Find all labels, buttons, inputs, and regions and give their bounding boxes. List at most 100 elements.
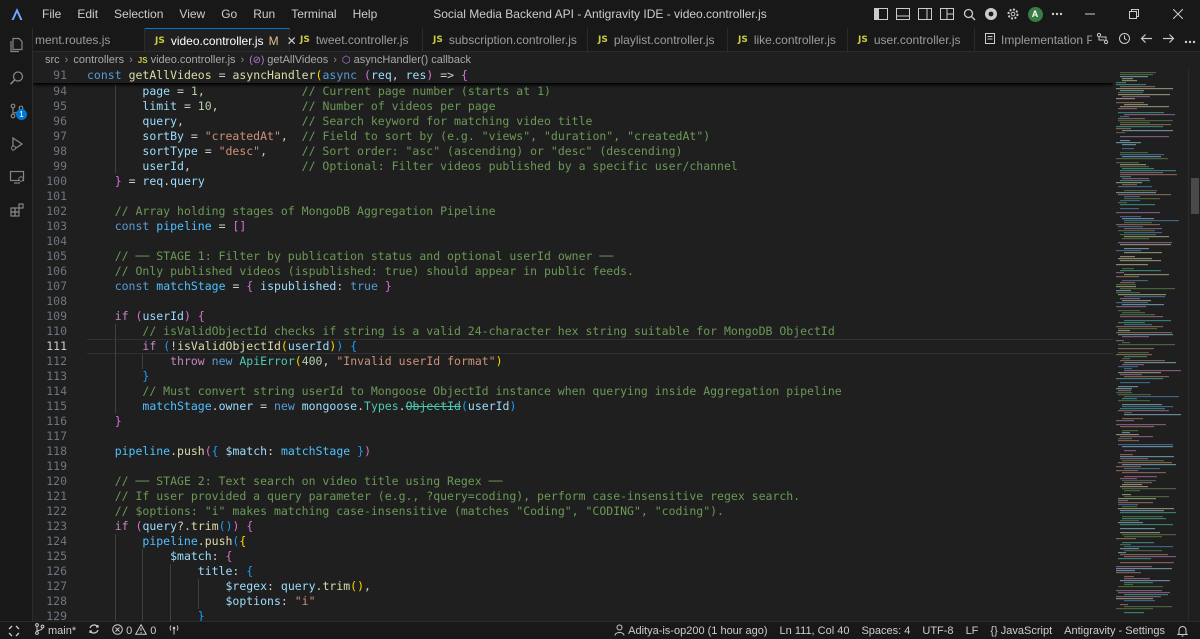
code-line[interactable]: 116 } <box>33 414 1113 429</box>
minimize-icon[interactable] <box>1068 0 1112 28</box>
branch-status[interactable]: main* <box>28 623 82 638</box>
source-control-compare-icon[interactable] <box>1096 32 1109 48</box>
code-line[interactable]: 112 throw new ApiError(400, "Invalid use… <box>33 354 1113 369</box>
language-mode[interactable]: {} JavaScript <box>984 625 1058 637</box>
code-line[interactable]: 129 } <box>33 609 1113 621</box>
minimap[interactable] <box>1113 68 1188 621</box>
code-line[interactable]: 107 const matchStage = { ispublished: tr… <box>33 279 1113 294</box>
code-line[interactable]: 119 <box>33 459 1113 474</box>
antigravity-logo-icon[interactable] <box>0 0 34 28</box>
close-icon[interactable] <box>1156 0 1200 28</box>
code-line[interactable]: 127 $regex: query.trim(), <box>33 579 1113 594</box>
remote-explorer-icon[interactable] <box>0 160 33 193</box>
code-line[interactable]: 114 // Must convert string userId to Mon… <box>33 384 1113 399</box>
menu-file[interactable]: File <box>34 0 69 28</box>
code-line[interactable]: 101 <box>33 189 1113 204</box>
code-line[interactable]: 122 // $options: "i" makes matching case… <box>33 504 1113 519</box>
scrollbar-thumb[interactable] <box>1191 178 1199 214</box>
notifications-bell-icon[interactable] <box>1171 625 1194 637</box>
code-line[interactable]: 100 } = req.query <box>33 174 1113 189</box>
breadcrumb-item-function[interactable]: getAllVideos <box>267 54 328 66</box>
browser-icon[interactable] <box>980 0 1002 28</box>
run-debug-icon[interactable] <box>0 127 33 160</box>
code-line[interactable]: 95 limit = 10, // Number of videos per p… <box>33 99 1113 114</box>
code-line[interactable]: 103 const pipeline = [] <box>33 219 1113 234</box>
sync-button[interactable] <box>82 623 106 638</box>
code-line[interactable]: 110 // isValidObjectId checks if string … <box>33 324 1113 339</box>
code-line[interactable]: 123 if (query?.trim()) { <box>33 519 1113 534</box>
gear-icon[interactable] <box>1002 0 1024 28</box>
problems-status[interactable]: 0 0 <box>106 623 162 638</box>
tab-implementation-plan[interactable]: Implementation Plan <box>975 28 1110 51</box>
toggle-primary-sidebar-icon[interactable] <box>870 0 892 28</box>
code-line[interactable]: 99 userId, // Optional: Filter videos pu… <box>33 159 1113 174</box>
search-icon[interactable] <box>958 0 980 28</box>
git-blame-status[interactable]: Aditya-is-op200 (1 hour ago) <box>608 624 773 639</box>
code-line[interactable]: 104 <box>33 234 1113 249</box>
menu-edit[interactable]: Edit <box>69 0 106 28</box>
tab-ment-routes[interactable]: ment.routes.js <box>33 28 145 51</box>
indentation-status[interactable]: Spaces: 4 <box>855 625 916 637</box>
eol-status[interactable]: LF <box>960 625 985 637</box>
code-editor[interactable]: 91 const getAllVideos = asyncHandler(asyn… <box>33 68 1113 621</box>
tab-like-controller[interactable]: JS like.controller.js <box>728 28 848 51</box>
arrow-left-icon[interactable] <box>1140 32 1153 48</box>
code-line[interactable]: 118 pipeline.push({ $match: matchStage }… <box>33 444 1113 459</box>
breadcrumb-item-file[interactable]: video.controller.js <box>151 54 236 66</box>
vertical-scrollbar[interactable] <box>1188 68 1200 621</box>
cursor-position[interactable]: Ln 111, Col 40 <box>774 625 856 637</box>
menu-help[interactable]: Help <box>345 0 386 28</box>
ports-status[interactable] <box>162 623 186 638</box>
account-avatar[interactable]: A <box>1024 0 1046 28</box>
history-icon[interactable] <box>1118 32 1131 48</box>
code-line[interactable]: 113 } <box>33 369 1113 384</box>
code-line[interactable]: 117 <box>33 429 1113 444</box>
code-line[interactable]: 102 // Array holding stages of MongoDB A… <box>33 204 1113 219</box>
code-line[interactable]: 105 // ── STAGE 1: Filter by publication… <box>33 249 1113 264</box>
tab-video-controller[interactable]: JS video.controller.js M ✕ <box>145 28 297 51</box>
code-text: title: { <box>197 564 254 578</box>
source-control-icon[interactable]: 1 <box>0 94 33 127</box>
search-icon[interactable] <box>0 61 33 94</box>
restore-icon[interactable] <box>1112 0 1156 28</box>
breadcrumb-item-controllers[interactable]: controllers <box>73 54 124 66</box>
tab-tweet-controller[interactable]: JS tweet.controller.js <box>290 28 423 51</box>
toggle-secondary-sidebar-icon[interactable] <box>914 0 936 28</box>
customize-layout-icon[interactable] <box>936 0 958 28</box>
menu-run[interactable]: Run <box>245 0 283 28</box>
code-line[interactable]: 125 $match: { <box>33 549 1113 564</box>
code-line[interactable]: 120 // ── STAGE 2: Text search on video … <box>33 474 1113 489</box>
code-line[interactable]: 98 sortType = "desc", // Sort order: "as… <box>33 144 1113 159</box>
code-line[interactable]: 115 matchStage.owner = new mongoose.Type… <box>33 399 1113 414</box>
sticky-scroll-line[interactable]: 91 const getAllVideos = asyncHandler(asyn… <box>33 68 1113 83</box>
code-line[interactable]: 124 pipeline.push({ <box>33 534 1113 549</box>
code-line[interactable]: 111 if (!isValidObjectId(userId)) { <box>33 339 1113 354</box>
remote-indicator-icon[interactable] <box>0 622 28 639</box>
more-actions-icon[interactable] <box>1046 0 1068 28</box>
menu-terminal[interactable]: Terminal <box>283 0 344 28</box>
tab-playlist-controller[interactable]: JS playlist.controller.js <box>588 28 728 51</box>
code-line[interactable]: 126 title: { <box>33 564 1113 579</box>
tab-subscription-controller[interactable]: JS subscription.controller.js <box>423 28 588 51</box>
breadcrumb-item-src[interactable]: src <box>45 54 60 66</box>
code-line[interactable]: 109 if (userId) { <box>33 309 1113 324</box>
code-line[interactable]: 96 query, // Search keyword for matching… <box>33 114 1113 129</box>
antigravity-settings[interactable]: Antigravity - Settings <box>1058 625 1171 637</box>
menu-selection[interactable]: Selection <box>106 0 171 28</box>
explorer-icon[interactable] <box>0 28 33 61</box>
extensions-icon[interactable] <box>0 193 33 226</box>
code-line[interactable]: 106 // Only published videos (ispublishe… <box>33 264 1113 279</box>
code-line[interactable]: 108 <box>33 294 1113 309</box>
tab-user-controller[interactable]: JS user.controller.js <box>848 28 975 51</box>
code-line[interactable]: 94 page = 1, // Current page number (sta… <box>33 84 1113 99</box>
arrow-right-icon[interactable] <box>1162 32 1175 48</box>
encoding-status[interactable]: UTF-8 <box>916 625 959 637</box>
toggle-panel-icon[interactable] <box>892 0 914 28</box>
more-actions-icon[interactable] <box>1184 33 1196 47</box>
menu-view[interactable]: View <box>171 0 213 28</box>
code-line[interactable]: 97 sortBy = "createdAt", // Field to sor… <box>33 129 1113 144</box>
code-line[interactable]: 128 $options: "i" <box>33 594 1113 609</box>
menu-go[interactable]: Go <box>213 0 245 28</box>
breadcrumb-item-callback[interactable]: asyncHandler() callback <box>354 54 471 66</box>
code-line[interactable]: 121 // If user provided a query paramete… <box>33 489 1113 504</box>
